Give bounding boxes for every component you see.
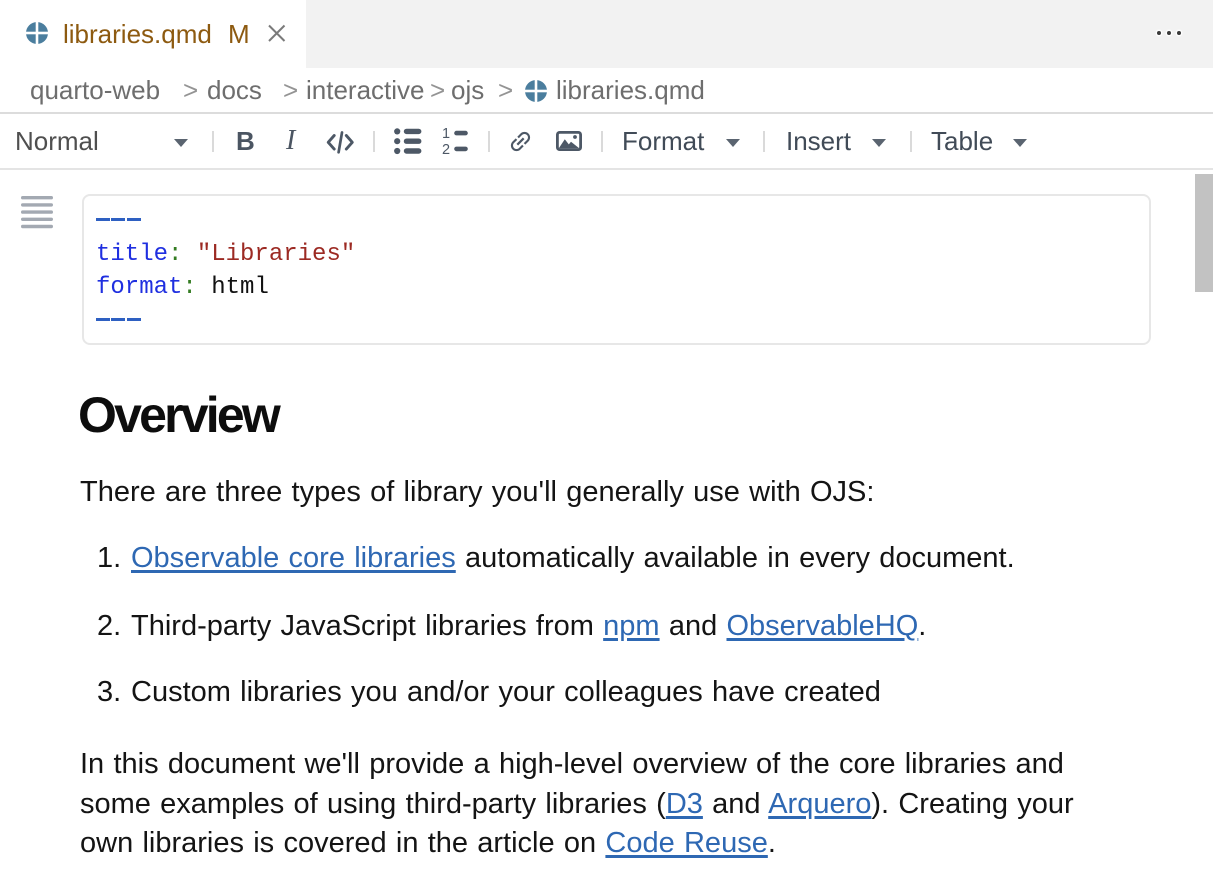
svg-text:2: 2 xyxy=(442,142,450,155)
svg-text:1: 1 xyxy=(442,127,450,142)
